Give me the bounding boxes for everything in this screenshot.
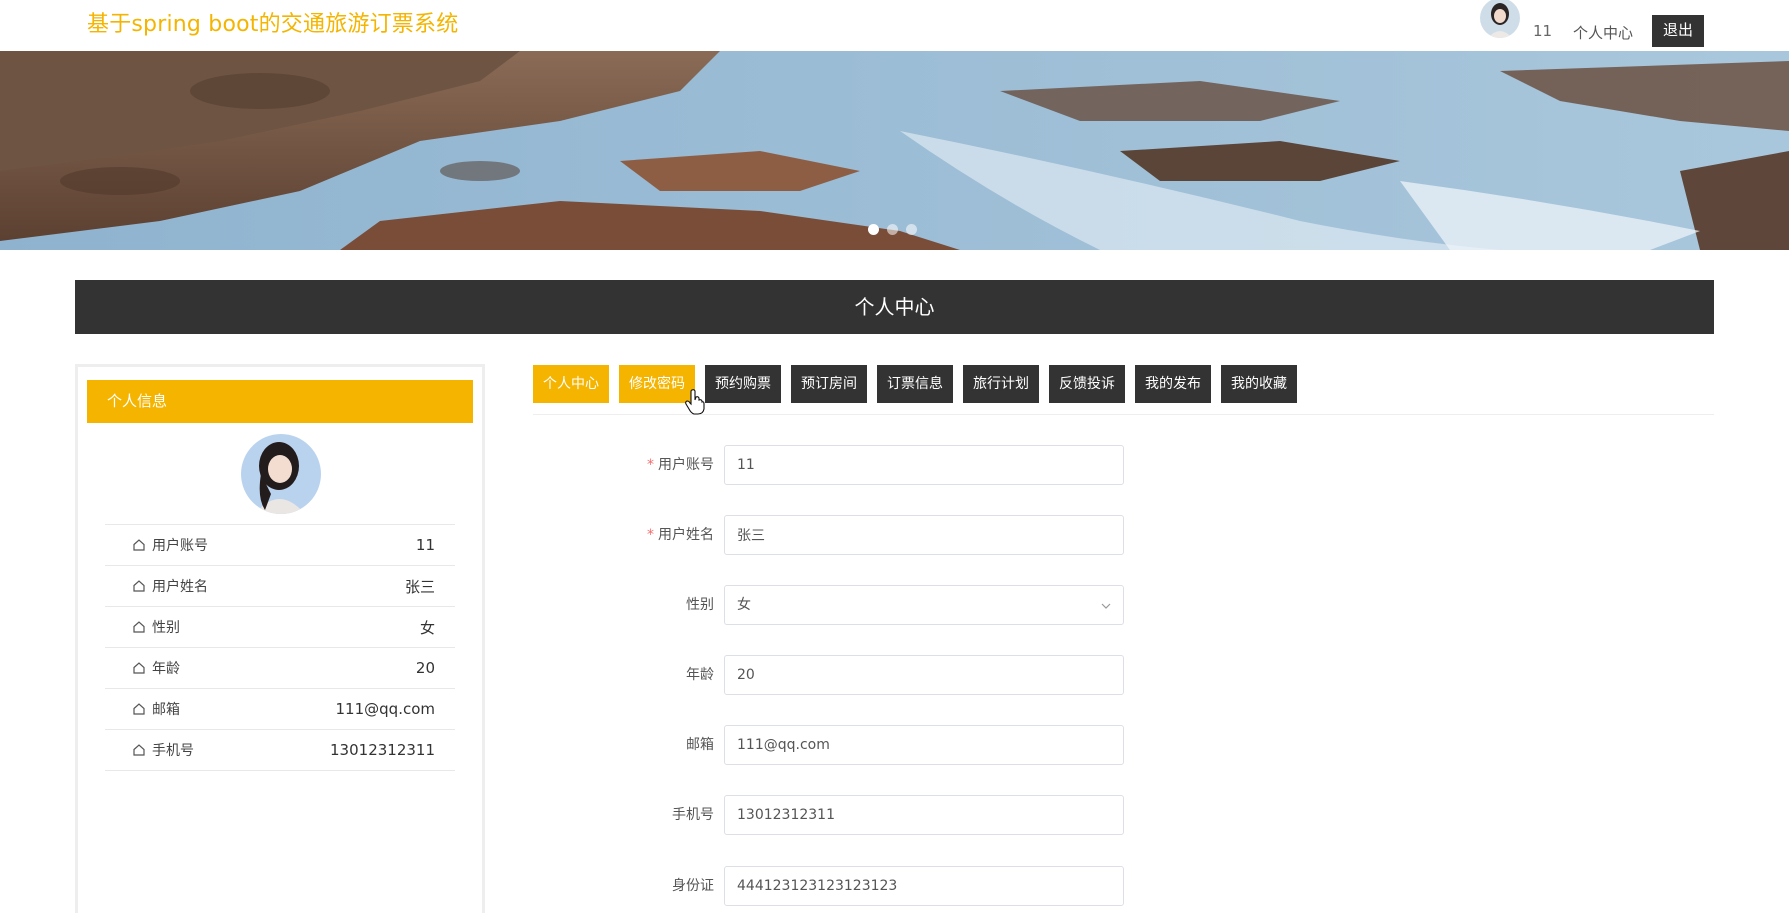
info-row-account: 用户账号 11 (105, 525, 455, 566)
field-label: 年龄 (686, 667, 714, 683)
header-avatar[interactable] (1480, 0, 1520, 38)
home-icon (133, 539, 145, 551)
profile-info-list: 用户账号 11 用户姓名 张三 性别 女 年龄 20 邮箱 111@qq.com… (105, 524, 455, 771)
home-icon (133, 744, 145, 756)
field-label: 身份证 (672, 878, 714, 894)
logout-button[interactable]: 退出 (1652, 15, 1704, 47)
avatar-image (241, 434, 321, 514)
carousel-dot-2[interactable] (887, 224, 898, 235)
profile-tabs: 个人中心 修改密码 预约购票 预订房间 订票信息 旅行计划 反馈投诉 我的发布 … (533, 365, 1297, 403)
field-label: * 用户姓名 (647, 515, 714, 555)
info-value: 女 (419, 618, 435, 637)
form-row-account: * 用户账号 (533, 445, 1133, 485)
info-label: 用户姓名 (152, 579, 208, 595)
chevron-down-icon (1101, 603, 1111, 609)
info-label: 年龄 (152, 661, 180, 677)
form-row-name: * 用户姓名 (533, 515, 1133, 555)
home-icon (133, 580, 145, 592)
tab-book-room[interactable]: 预订房间 (791, 365, 867, 403)
info-value: 张三 (404, 577, 435, 596)
form-row-id-card: 身份证 (533, 866, 1133, 906)
info-value: 20 (415, 659, 435, 677)
info-value: 11 (415, 536, 435, 554)
id-card-input[interactable] (724, 866, 1124, 906)
tab-my-favorites[interactable]: 我的收藏 (1221, 365, 1297, 403)
email-input[interactable] (724, 725, 1124, 765)
info-row-phone: 手机号 13012312311 (105, 730, 455, 771)
home-icon (133, 703, 145, 715)
required-mark: * (647, 457, 654, 473)
section-title-bar: 个人中心 (75, 280, 1714, 334)
info-row-email: 邮箱 111@qq.com (105, 689, 455, 730)
field-label: 性别 (686, 597, 714, 613)
tab-ticket-orders[interactable]: 订票信息 (877, 365, 953, 403)
hand-cursor-icon (685, 389, 705, 415)
tab-change-password[interactable]: 修改密码 (619, 365, 695, 403)
carousel-dots (868, 224, 917, 235)
home-icon (133, 621, 145, 633)
gender-select-value: 女 (737, 597, 751, 613)
profile-avatar (241, 434, 321, 514)
tabs-divider (533, 414, 1714, 415)
name-input[interactable] (724, 515, 1124, 555)
field-label-text: 用户账号 (658, 457, 714, 473)
carousel-dot-3[interactable] (906, 224, 917, 235)
phone-input[interactable] (724, 795, 1124, 835)
header-username: 11 (1533, 22, 1553, 40)
carousel-dot-1[interactable] (868, 224, 879, 235)
info-label: 用户账号 (152, 538, 208, 554)
tab-my-posts[interactable]: 我的发布 (1135, 365, 1211, 403)
field-label: 手机号 (672, 807, 714, 823)
info-label: 邮箱 (152, 702, 180, 718)
info-row-gender: 性别 女 (105, 607, 455, 648)
field-label: 邮箱 (686, 737, 714, 753)
info-value: 13012312311 (330, 741, 435, 759)
info-value: 111@qq.com (335, 700, 435, 718)
form-row-phone: 手机号 (533, 795, 1133, 835)
profile-panel: 个人信息 用户账号 11 用户姓名 张三 性别 女 年龄 20 邮箱 111@q… (75, 364, 485, 913)
top-header: 基于spring boot的交通旅游订票系统 11 个人中心 退出 (0, 0, 1789, 51)
form-row-gender: 性别 女 (533, 585, 1133, 625)
profile-panel-title: 个人信息 (87, 380, 473, 423)
tab-personal-center[interactable]: 个人中心 (533, 365, 609, 403)
gender-select[interactable]: 女 (724, 585, 1124, 625)
tab-book-ticket[interactable]: 预约购票 (705, 365, 781, 403)
form-row-age: 年龄 (533, 655, 1133, 695)
banner-carousel[interactable] (0, 51, 1789, 250)
field-label: * 用户账号 (647, 445, 714, 485)
account-input[interactable] (724, 445, 1124, 485)
form-row-email: 邮箱 (533, 725, 1133, 765)
banner-image (0, 51, 1789, 250)
header-center-link[interactable]: 个人中心 (1573, 22, 1633, 43)
avatar-image (1480, 0, 1520, 38)
tab-travel-plan[interactable]: 旅行计划 (963, 365, 1039, 403)
tab-feedback[interactable]: 反馈投诉 (1049, 365, 1125, 403)
info-label: 性别 (152, 620, 180, 636)
home-icon (133, 662, 145, 674)
required-mark: * (647, 527, 654, 543)
info-row-name: 用户姓名 张三 (105, 566, 455, 607)
age-input[interactable] (724, 655, 1124, 695)
site-title[interactable]: 基于spring boot的交通旅游订票系统 (87, 6, 458, 38)
info-row-age: 年龄 20 (105, 648, 455, 689)
field-label-text: 用户姓名 (658, 527, 714, 543)
info-label: 手机号 (152, 743, 194, 759)
